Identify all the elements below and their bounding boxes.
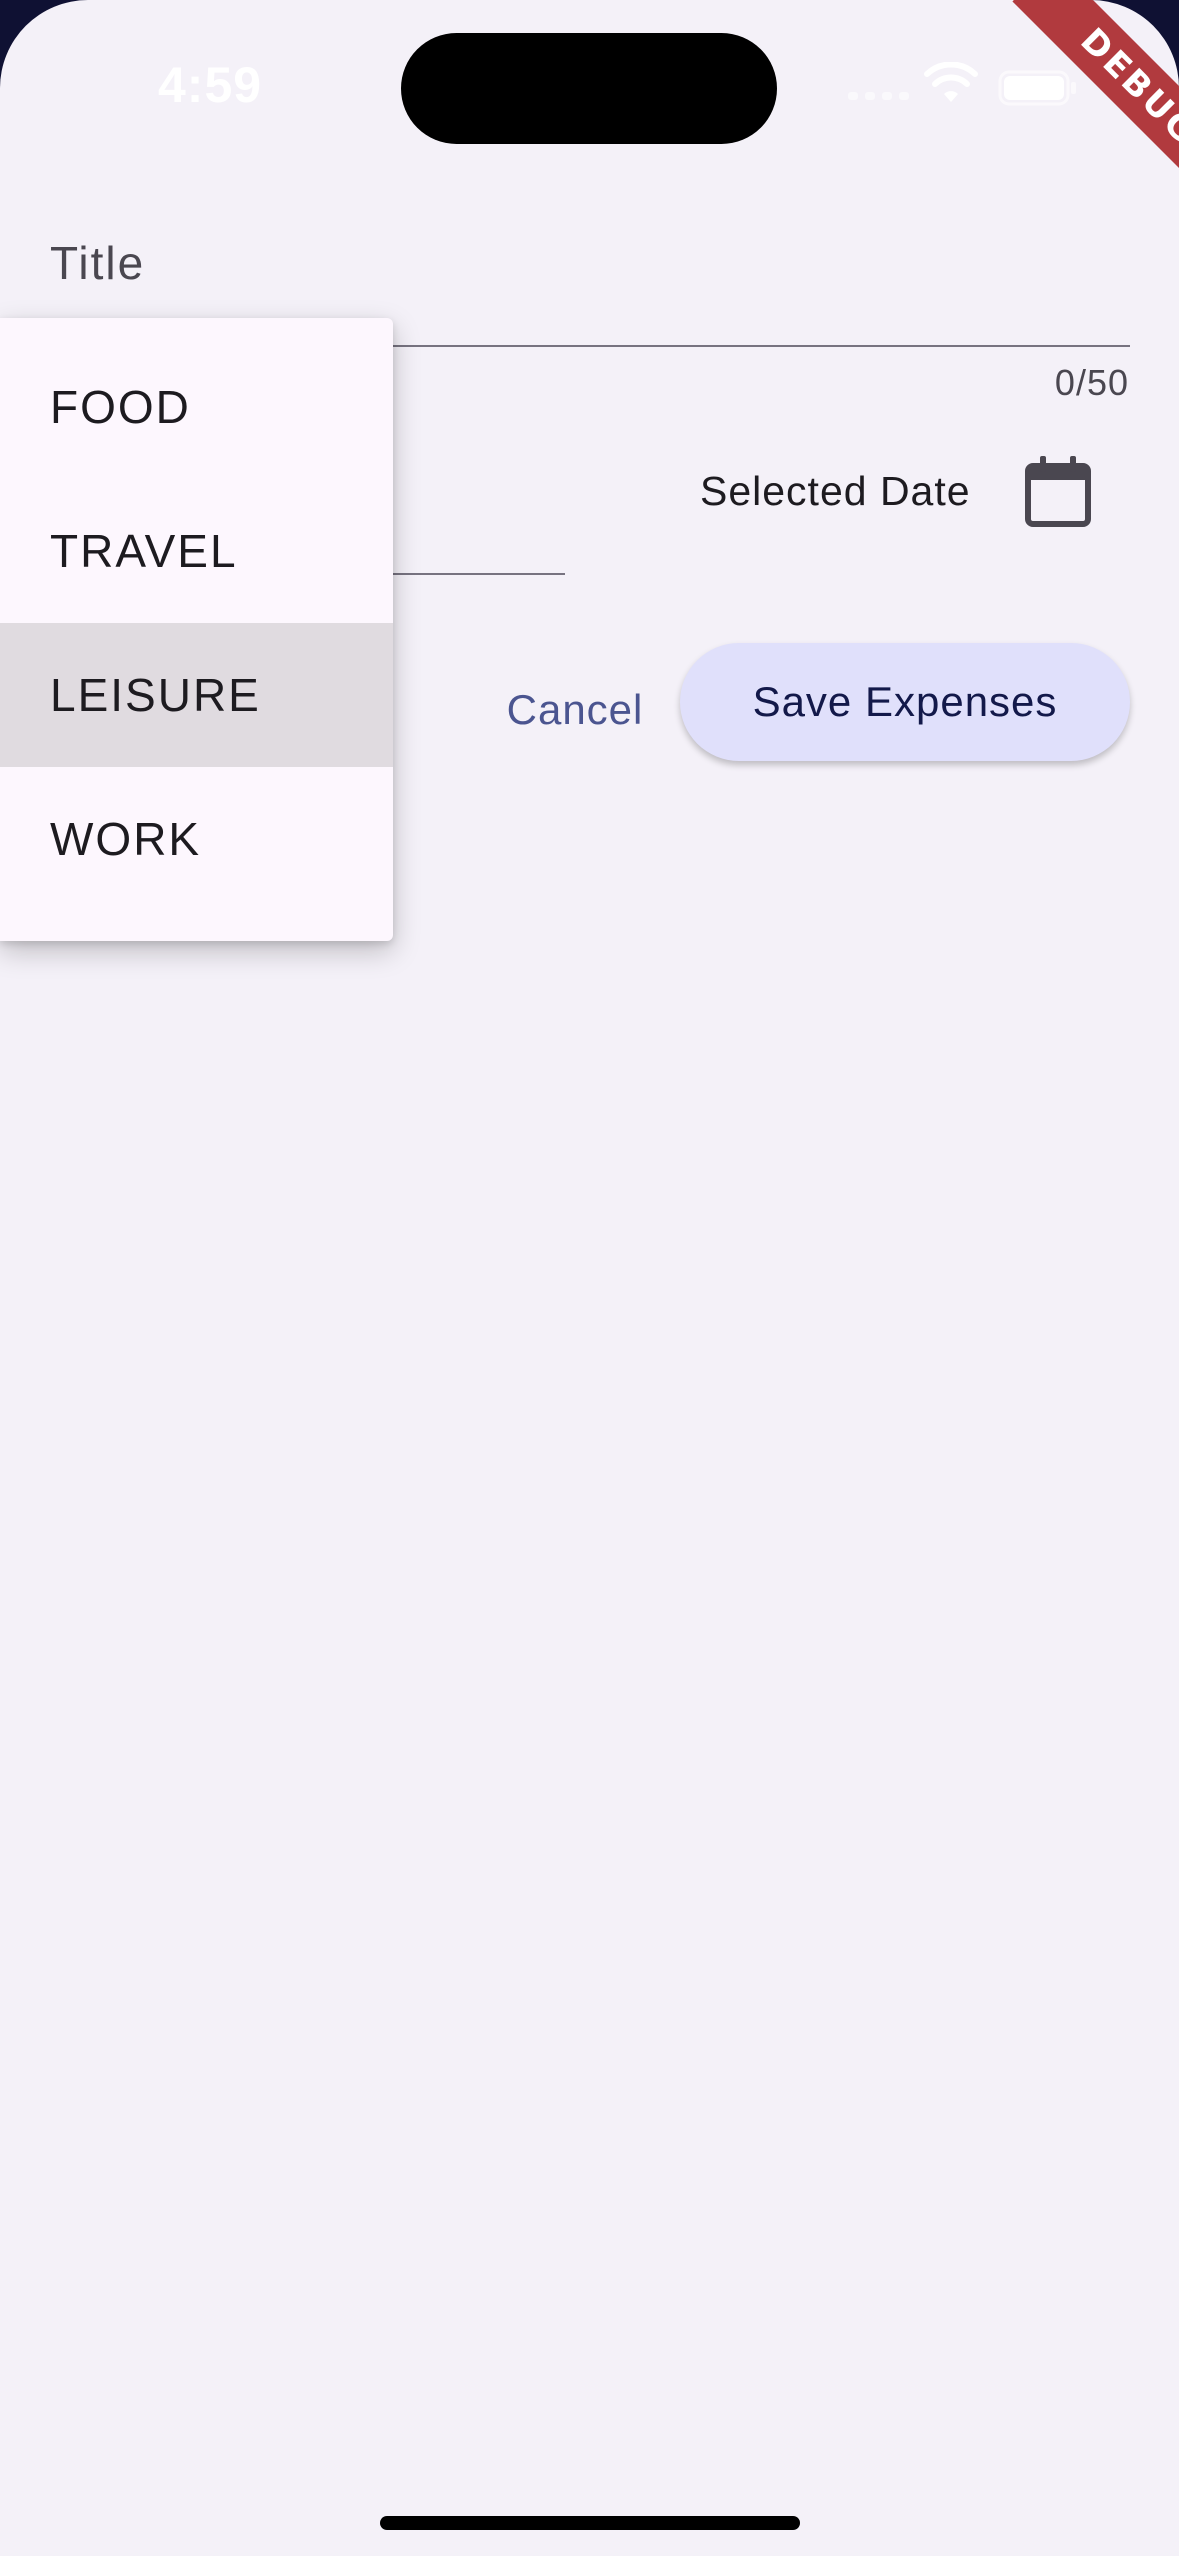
cancel-button[interactable]: Cancel [485, 660, 665, 760]
debug-ribbon-label: DEBUG [1012, 0, 1179, 214]
dynamic-island [401, 33, 777, 144]
app-screen: 4:59 DEBUG Title 0/50 Selected Date Canc… [0, 0, 1179, 2556]
selected-date-text: Selected Date [700, 468, 971, 514]
battery-icon [998, 70, 1076, 106]
home-indicator [380, 2516, 800, 2530]
status-time: 4:59 [158, 57, 263, 113]
debug-banner: DEBUG [959, 0, 1179, 220]
dropdown-item-work[interactable]: WORK [0, 767, 393, 911]
dropdown-item-leisure[interactable]: LEISURE [0, 623, 393, 767]
dropdown-item-travel[interactable]: TRAVEL [0, 479, 393, 623]
save-expenses-button[interactable]: Save Expenses [680, 643, 1130, 761]
category-dropdown-menu: FOOD TRAVEL LEISURE WORK [0, 318, 393, 941]
cellular-signal-icon [848, 92, 909, 100]
title-char-counter: 0/50 [1054, 362, 1129, 403]
wifi-icon [924, 62, 978, 102]
calendar-icon[interactable] [1022, 454, 1094, 530]
title-field-label: Title [50, 237, 146, 289]
dropdown-item-food[interactable]: FOOD [0, 335, 393, 479]
